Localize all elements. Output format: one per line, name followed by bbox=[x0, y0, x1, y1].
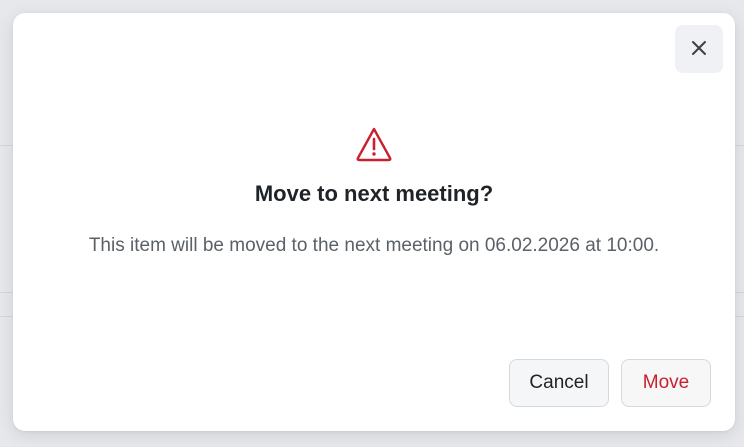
warning-triangle-icon bbox=[355, 126, 393, 162]
close-button[interactable] bbox=[675, 25, 723, 73]
move-button[interactable]: Move bbox=[621, 359, 711, 407]
cancel-button[interactable]: Cancel bbox=[509, 359, 609, 407]
dialog-title: Move to next meeting? bbox=[254, 181, 494, 206]
confirm-move-dialog: Move to next meeting? This item will be … bbox=[13, 13, 735, 431]
close-icon bbox=[691, 40, 707, 59]
dialog-message: This item will be moved to the next meet… bbox=[88, 235, 660, 256]
